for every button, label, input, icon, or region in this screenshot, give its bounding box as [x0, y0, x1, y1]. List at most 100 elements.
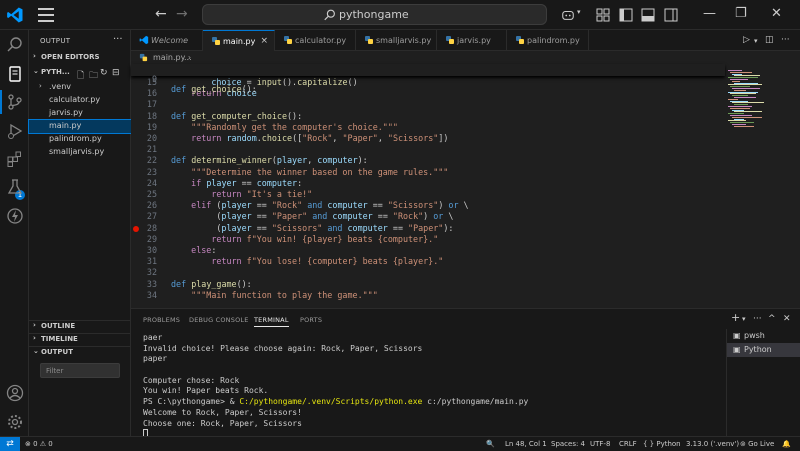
- source-control-icon[interactable]: [6, 93, 24, 111]
- chevron-down-icon: ⌄: [33, 67, 39, 75]
- bottom-panel: PROBLEMS DEBUG CONSOLE TERMINAL PORTS + …: [131, 308, 800, 439]
- sticky-scroll-header[interactable]: 9 def get_choice():: [131, 64, 725, 94]
- minimize-button[interactable]: —: [703, 6, 716, 21]
- new-terminal-icon[interactable]: +: [731, 311, 740, 324]
- tab-problems[interactable]: PROBLEMS: [143, 316, 180, 324]
- zoom-search-icon[interactable]: 🔍: [486, 440, 495, 448]
- chevron-right-icon: ›: [33, 334, 36, 342]
- back-arrow-icon[interactable]: ←: [155, 6, 167, 22]
- sidebar-more-icon[interactable]: ···: [113, 34, 123, 45]
- terminal-line: You win! Paper beats Rock.: [143, 386, 269, 396]
- copilot-dropdown-icon[interactable]: ▾: [577, 8, 591, 22]
- close-panel-icon[interactable]: ✕: [783, 314, 791, 324]
- panel-more-icon[interactable]: ···: [753, 314, 762, 324]
- output-section[interactable]: ⌄ OUTPUT: [29, 346, 131, 359]
- toggle-panel-icon[interactable]: [641, 8, 655, 22]
- tree-item-palindrom[interactable]: palindrom.py: [29, 133, 131, 146]
- toggle-sidebar-icon[interactable]: [619, 8, 633, 22]
- tab-terminal[interactable]: TERMINAL: [254, 316, 289, 327]
- breadcrumb-file-label: main.py: [153, 53, 186, 62]
- settings-gear-icon[interactable]: [6, 413, 24, 431]
- code-line: (player == "Scissors" and computer == "P…: [171, 222, 454, 233]
- tree-item-calculator[interactable]: calculator.py: [29, 94, 131, 107]
- tree-item-smalljarvis[interactable]: smalljarvis.py: [29, 146, 131, 159]
- tab-calculator-py[interactable]: calculator.py: [275, 30, 356, 51]
- timeline-section[interactable]: › TIMELINE: [29, 333, 131, 346]
- account-icon[interactable]: [6, 384, 24, 402]
- close-tab-icon[interactable]: ×: [260, 36, 268, 46]
- run-file-icon[interactable]: ▷: [743, 35, 750, 45]
- tab-label: jarvis.py: [457, 36, 491, 45]
- extensions-icon[interactable]: [6, 150, 24, 168]
- filter-placeholder: Filter: [46, 367, 64, 375]
- terminal-item-pwsh[interactable]: ▣ pwsh: [727, 329, 800, 343]
- code-line: (player == "Paper" and computer == "Rock…: [171, 211, 454, 222]
- tab-smalljarvis-py[interactable]: smalljarvis.py: [356, 30, 437, 51]
- tab-welcome[interactable]: Welcome: [131, 30, 203, 51]
- code-row: 20 return random.choice(["Rock", "Paper"…: [131, 133, 725, 144]
- split-editor-icon[interactable]: ◫: [765, 35, 774, 45]
- live-share-icon[interactable]: [6, 207, 24, 225]
- chevron-right-icon: ›: [33, 321, 36, 329]
- tree-item-label: palindrom.py: [49, 134, 102, 143]
- code-row: 17: [131, 99, 725, 110]
- tab-palindrom-py[interactable]: palindrom.py: [507, 30, 589, 51]
- minimap[interactable]: [725, 64, 800, 308]
- code-line: def get_computer_choice():: [171, 110, 303, 121]
- end-of-line[interactable]: CRLF: [619, 440, 637, 448]
- go-live-button[interactable]: ⊚ Go Live: [740, 440, 774, 448]
- close-window-button[interactable]: ✕: [771, 6, 782, 21]
- explorer-icon[interactable]: [6, 65, 24, 83]
- run-debug-icon[interactable]: [6, 122, 24, 140]
- terminal-line: Computer chose: Rock: [143, 375, 240, 385]
- tab-ports[interactable]: PORTS: [300, 316, 322, 324]
- code-editor[interactable]: 9 def get_choice(): 15 choice = input().…: [131, 64, 725, 308]
- toggle-secondary-sidebar-icon[interactable]: [664, 8, 678, 22]
- hamburger-menu-icon[interactable]: [38, 8, 54, 22]
- tree-item-jarvis[interactable]: jarvis.py: [29, 107, 131, 120]
- tab-main-py[interactable]: main.py ×: [203, 30, 275, 51]
- refresh-icon[interactable]: ↻: [100, 68, 108, 78]
- open-editors-section[interactable]: › OPEN EDITORS: [29, 52, 131, 65]
- notifications-bell-icon[interactable]: 🔔: [782, 440, 791, 448]
- problems-status[interactable]: ⊗ 0 ⚠ 0: [25, 440, 53, 448]
- maximize-panel-icon[interactable]: ^: [768, 314, 776, 324]
- tree-item-venv[interactable]: › .venv: [29, 81, 131, 94]
- code-line: if player == computer:: [191, 177, 303, 188]
- line-number: 9: [151, 74, 157, 84]
- tree-item-main[interactable]: main.py: [28, 119, 132, 134]
- terminal-item-python[interactable]: ▣ Python: [727, 343, 800, 357]
- search-icon[interactable]: [6, 36, 24, 54]
- language-mode[interactable]: { } Python: [643, 440, 681, 448]
- tab-debug-console[interactable]: DEBUG CONSOLE: [189, 316, 249, 324]
- line-number: 23: [146, 166, 157, 177]
- copilot-icon[interactable]: [560, 8, 576, 22]
- command-center-search[interactable]: pythongame: [202, 4, 547, 25]
- tree-item-label: calculator.py: [49, 95, 101, 104]
- forward-arrow-icon[interactable]: →: [176, 6, 188, 22]
- output-filter-input[interactable]: Filter: [40, 363, 120, 378]
- run-dropdown-icon[interactable]: ▾: [754, 37, 758, 45]
- cursor-position[interactable]: Ln 48, Col 1: [505, 440, 547, 448]
- remote-indicator-icon[interactable]: ⇄: [0, 437, 20, 451]
- code-row: 30 else:: [131, 245, 725, 256]
- testing-icon[interactable]: [6, 178, 24, 196]
- restore-button[interactable]: ❐: [735, 6, 747, 21]
- outline-section[interactable]: › OUTLINE: [29, 320, 131, 333]
- terminal-output[interactable]: paer Invalid choice! Please choose again:…: [143, 333, 723, 440]
- terminal-dropdown-icon[interactable]: ▾: [742, 315, 746, 323]
- tab-jarvis-py[interactable]: jarvis.py: [437, 30, 507, 51]
- indentation[interactable]: Spaces: 4: [551, 440, 585, 448]
- tab-label: Welcome: [151, 36, 189, 45]
- sidebar-title: OUTPUT: [40, 37, 71, 45]
- encoding[interactable]: UTF-8: [590, 440, 610, 448]
- collapse-all-icon[interactable]: ⊟: [112, 68, 120, 78]
- tree-item-label: main.py: [49, 121, 82, 130]
- python-interpreter[interactable]: 3.13.0 ('.venv'): [686, 440, 739, 448]
- code-row: 26 elif (player == "Rock" and computer =…: [131, 200, 725, 211]
- customize-layout-icon[interactable]: [596, 8, 610, 22]
- terminal-label: pwsh: [744, 331, 765, 340]
- more-actions-icon[interactable]: ···: [781, 35, 790, 45]
- terminal-list: ▣ pwsh ▣ Python: [726, 329, 800, 437]
- breadcrumb-symbol[interactable]: ...: [184, 53, 192, 62]
